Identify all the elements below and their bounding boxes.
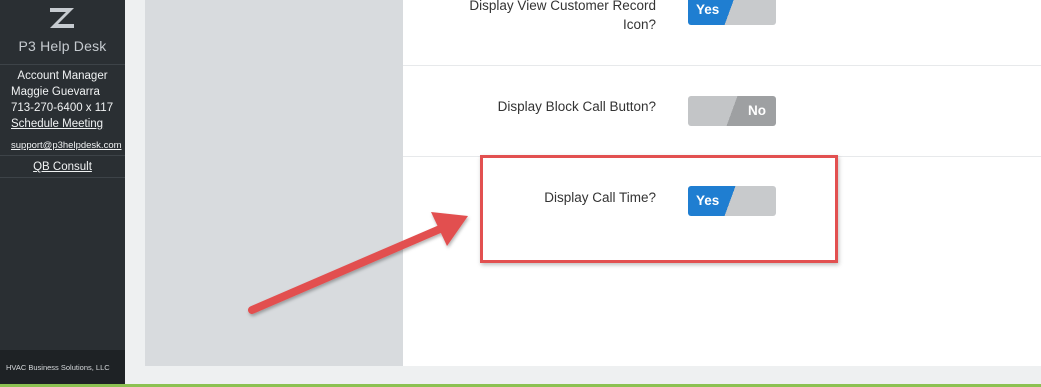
annotation-highlight-box — [480, 155, 838, 263]
zendesk-logo-icon — [50, 8, 74, 28]
toggle-value: Yes — [696, 2, 720, 17]
manager-phone: 713-270-6400 x 117 — [11, 102, 114, 114]
toggle-value: No — [748, 103, 766, 118]
company-footer-text: HVAC Business Solutions, LLC — [6, 363, 110, 372]
account-manager-block: Account Manager Maggie Guevarra 713-270-… — [0, 70, 125, 132]
toggle-block-call-button[interactable]: No — [688, 96, 776, 126]
row-divider — [403, 65, 1041, 66]
setting-label-view-customer-record: Display View Customer Record Icon? — [469, 0, 656, 32]
gray-column — [145, 0, 403, 366]
sidebar-divider — [0, 64, 125, 65]
account-manager-title: Account Manager — [17, 70, 108, 82]
support-email-link[interactable]: support@p3helpdesk.com — [11, 140, 122, 151]
sidebar-divider — [0, 155, 125, 156]
sidebar: P3 Help Desk Account Manager Maggie Guev… — [0, 0, 125, 384]
brand-name: P3 Help Desk — [18, 38, 107, 54]
manager-name: Maggie Guevarra — [11, 86, 100, 98]
schedule-meeting-link[interactable]: Schedule Meeting — [11, 118, 103, 130]
sidebar-divider — [0, 177, 125, 178]
toggle-view-customer-record[interactable]: Yes — [688, 0, 776, 25]
setting-label-block-call-button: Display Block Call Button? — [497, 99, 656, 114]
qb-consult-link[interactable]: QB Consult — [0, 161, 125, 173]
